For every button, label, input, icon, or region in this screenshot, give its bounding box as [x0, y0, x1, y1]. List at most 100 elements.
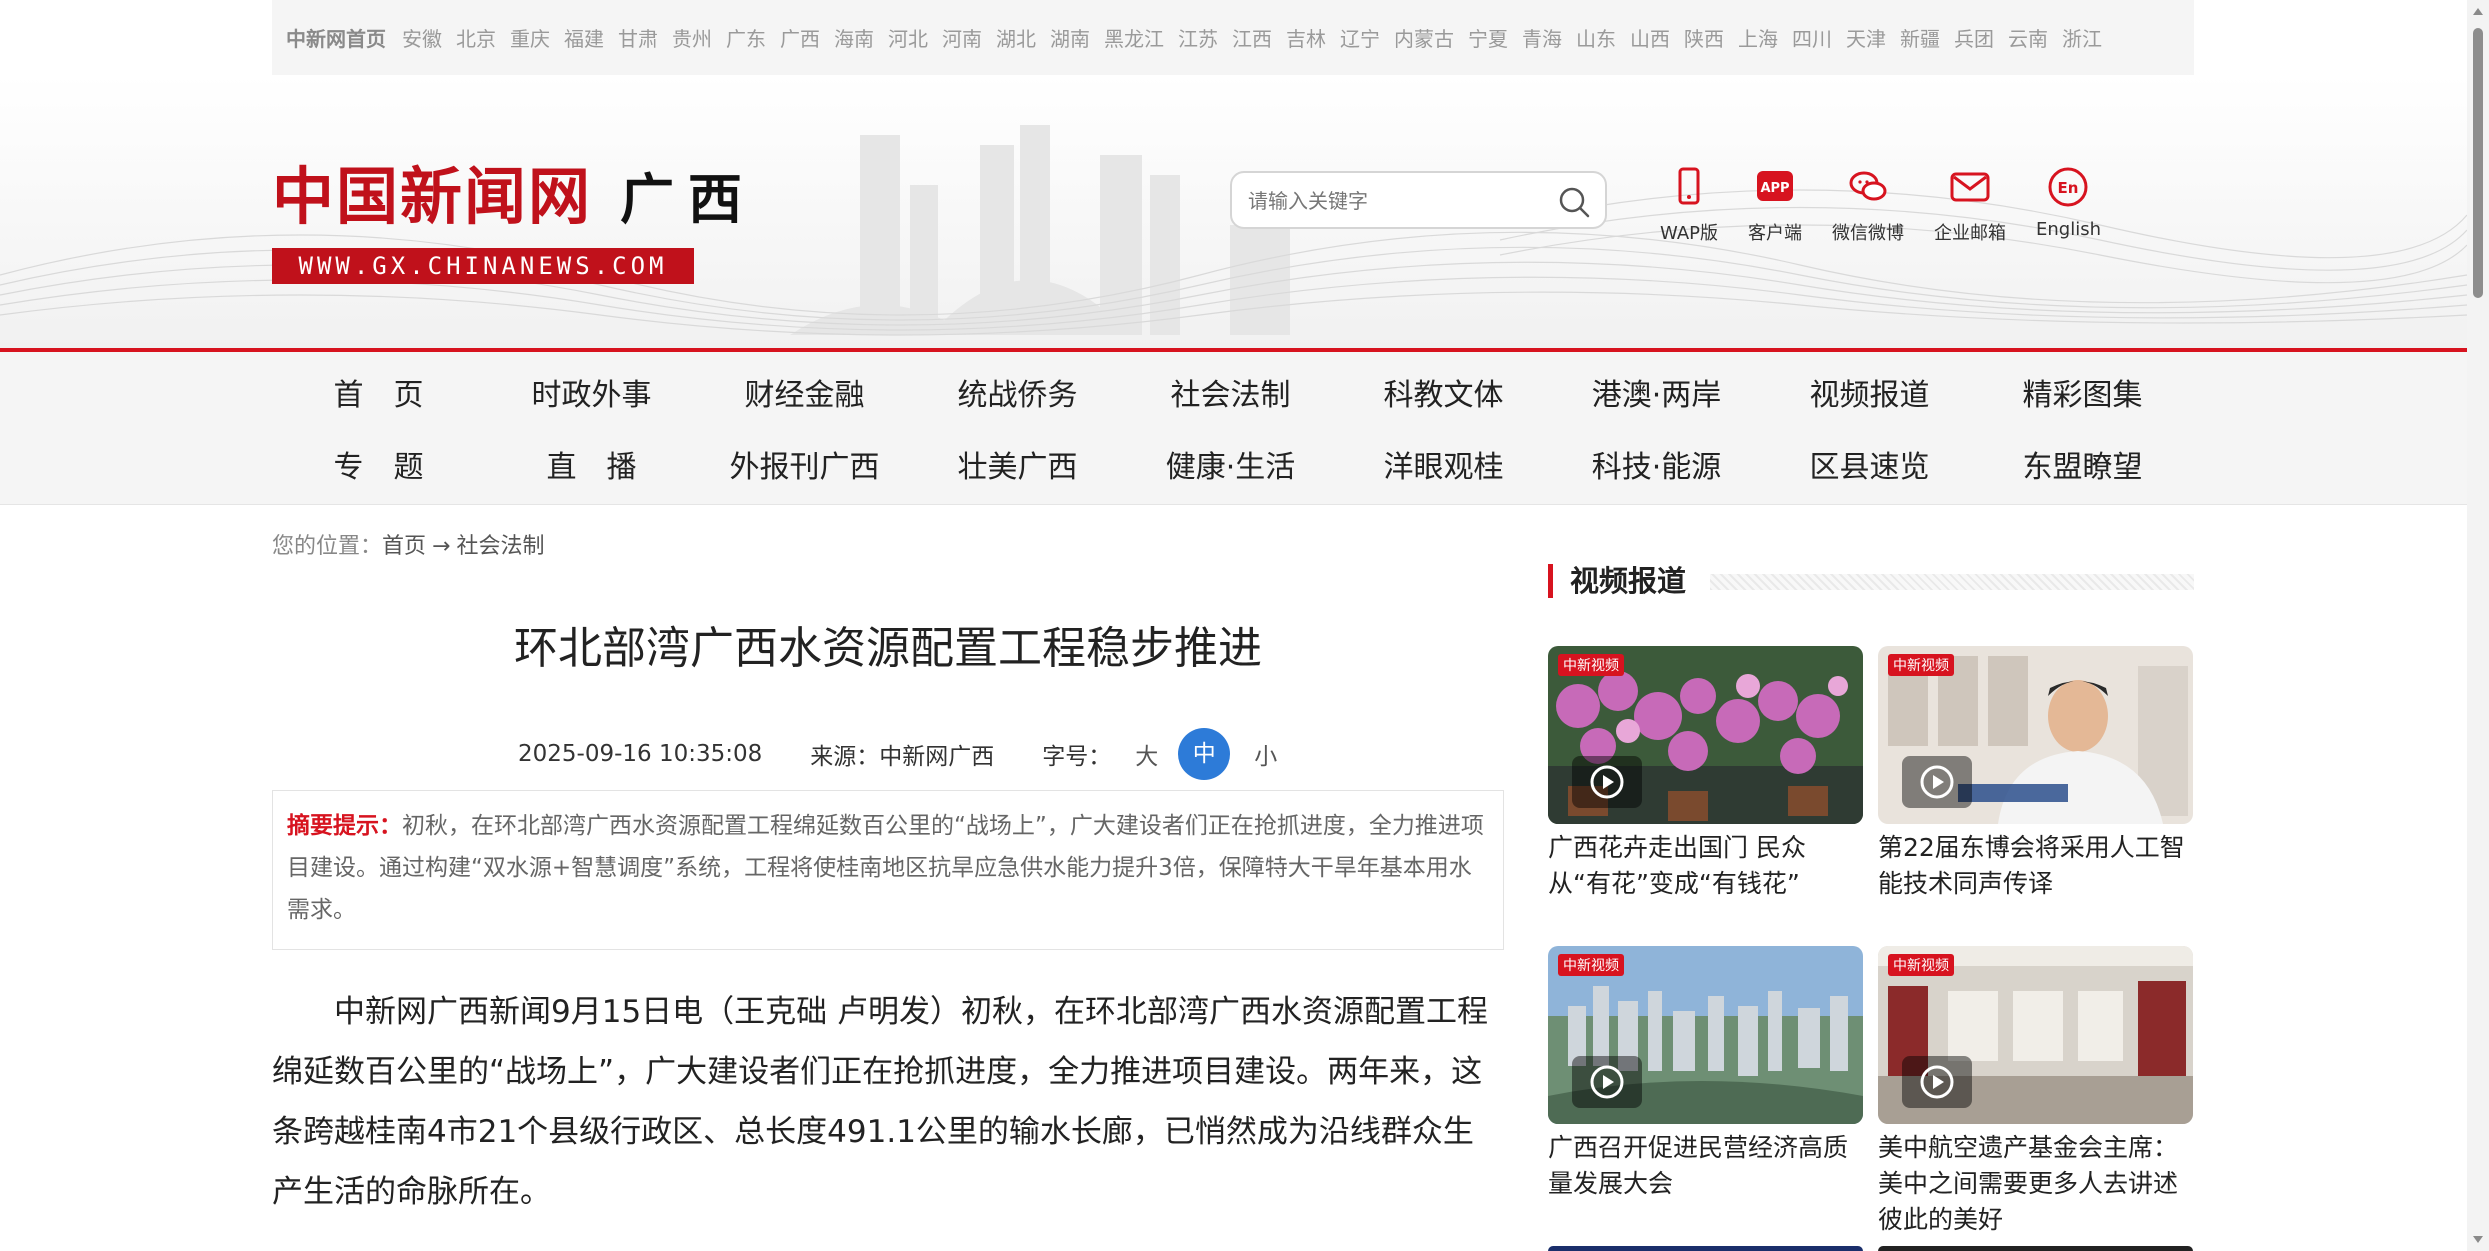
wechat-weibo-link[interactable]: 微信微博: [1832, 165, 1904, 245]
region-link[interactable]: 河南: [942, 23, 982, 52]
video-badge: 中新视频: [1888, 954, 1954, 976]
nav-item[interactable]: 东盟瞭望: [1976, 438, 2189, 498]
region-link[interactable]: 重庆: [510, 23, 550, 52]
region-link[interactable]: 四川: [1792, 23, 1832, 52]
search-icon[interactable]: [1557, 185, 1591, 219]
region-link[interactable]: 湖北: [996, 23, 1036, 52]
nav-item[interactable]: 科教文体: [1337, 366, 1550, 426]
video-caption[interactable]: 第22届东博会将采用人工智能技术同声传译: [1878, 830, 2193, 902]
region-link[interactable]: 山西: [1630, 23, 1670, 52]
video-badge: 中新视频: [1558, 954, 1624, 976]
english-link[interactable]: En English: [2036, 165, 2101, 245]
chinanews-home-link[interactable]: 中新网首页: [286, 23, 386, 52]
nav-item[interactable]: 财经金融: [698, 366, 911, 426]
region-link[interactable]: 河北: [888, 23, 928, 52]
region-link[interactable]: 江苏: [1178, 23, 1218, 52]
region-link[interactable]: 辽宁: [1340, 23, 1380, 52]
scroll-down-arrow-icon[interactable]: [2473, 1236, 2483, 1243]
region-link[interactable]: 福建: [564, 23, 604, 52]
video-thumbnail[interactable]: 中新视频: [1878, 946, 2193, 1124]
region-link[interactable]: 浙江: [2062, 23, 2102, 52]
nav-item[interactable]: 社会法制: [1124, 366, 1337, 426]
wap-link[interactable]: WAP版: [1660, 165, 1718, 245]
region-link[interactable]: 新疆: [1900, 23, 1940, 52]
video-card[interactable]: 中新视频 第22届东博会将采用人工智能技术同声传译: [1878, 646, 2193, 902]
nav-item[interactable]: 港澳·两岸: [1550, 366, 1763, 426]
app-icon: APP: [1756, 171, 1793, 201]
search-box: [1230, 171, 1607, 229]
font-size-large-button[interactable]: 大: [1135, 737, 1158, 771]
nav-item[interactable]: 壮美广西: [911, 438, 1124, 498]
region-link[interactable]: 青海: [1522, 23, 1562, 52]
play-button[interactable]: [1572, 1056, 1642, 1108]
article-title: 环北部湾广西水资源配置工程稳步推进: [514, 623, 1262, 674]
nav-item[interactable]: 直 播: [485, 438, 698, 498]
font-size-label: 字号：: [1042, 744, 1112, 770]
video-thumbnail[interactable]: 中新视频: [1548, 946, 1863, 1124]
video-thumbnail[interactable]: 中新视频: [1548, 646, 1863, 824]
region-link[interactable]: 北京: [456, 23, 496, 52]
video-card[interactable]: 中新视频 广西召开促进民营经济高质量发展大会: [1548, 946, 1863, 1202]
region-link[interactable]: 兵团: [1954, 23, 1994, 52]
region-link[interactable]: 宁夏: [1468, 23, 1508, 52]
nav-item[interactable]: 精彩图集: [1976, 366, 2189, 426]
nav-item[interactable]: 科技·能源: [1550, 438, 1763, 498]
font-size-small-button[interactable]: 小: [1254, 737, 1277, 771]
region-link[interactable]: 贵州: [672, 23, 712, 52]
nav-item[interactable]: 首 页: [272, 366, 485, 426]
font-size-medium-button[interactable]: 中: [1178, 728, 1231, 780]
nav-item[interactable]: 专 题: [272, 438, 485, 498]
video-section-title[interactable]: 视频报道: [1570, 560, 1686, 602]
vertical-scrollbar[interactable]: [2467, 0, 2489, 1251]
region-link[interactable]: 黑龙江: [1104, 23, 1164, 52]
region-link[interactable]: 海南: [834, 23, 874, 52]
video-thumbnail[interactable]: 中新视频: [1878, 646, 2193, 824]
region-link[interactable]: 上海: [1738, 23, 1778, 52]
play-button[interactable]: [1902, 1056, 1972, 1108]
nav-item[interactable]: 健康·生活: [1124, 438, 1337, 498]
region-link[interactable]: 陕西: [1684, 23, 1724, 52]
nav-item[interactable]: 外报刊广西: [698, 438, 911, 498]
mail-link[interactable]: 企业邮箱: [1934, 165, 2006, 245]
play-icon: [1590, 1065, 1624, 1099]
video-caption[interactable]: 美中航空遗产基金会主席：美中之间需要更多人去讲述彼此的美好: [1878, 1130, 2193, 1238]
region-link[interactable]: 山东: [1576, 23, 1616, 52]
nav-item[interactable]: 区县速览: [1763, 438, 1976, 498]
breadcrumb-home-link[interactable]: 首页: [382, 534, 426, 559]
video-card[interactable]: 中新视频 美中航空遗产基金会主席：美中之间需要更多人去讲述彼此的美好: [1878, 946, 2193, 1238]
summary-label: 摘要提示：: [287, 813, 402, 839]
region-link[interactable]: 安徽: [402, 23, 442, 52]
video-thumbnail-partial[interactable]: [1548, 1246, 1863, 1251]
video-thumbnail-partial[interactable]: [1878, 1246, 2193, 1251]
scrollbar-thumb[interactable]: [2473, 28, 2483, 298]
logo-region-text: 广西: [620, 167, 757, 231]
mail-label: 企业邮箱: [1933, 223, 2006, 244]
nav-item[interactable]: 统战侨务: [911, 366, 1124, 426]
breadcrumb: 您的位置：首页 → 社会法制: [272, 528, 544, 560]
region-link[interactable]: 广西: [780, 23, 820, 52]
video-card[interactable]: 中新视频 广西花卉走出国门 民众从“有花”变成“有钱花”: [1548, 646, 1863, 902]
region-link[interactable]: 湖南: [1050, 23, 1090, 52]
region-link[interactable]: 吉林: [1286, 23, 1326, 52]
region-link[interactable]: 内蒙古: [1394, 23, 1454, 52]
region-link[interactable]: 甘肃: [618, 23, 658, 52]
nav-item[interactable]: 洋眼观桂: [1337, 438, 1550, 498]
app-link[interactable]: APP 客户端: [1748, 165, 1802, 245]
video-caption[interactable]: 广西召开促进民营经济高质量发展大会: [1548, 1130, 1863, 1202]
scroll-up-arrow-icon[interactable]: [2473, 8, 2483, 15]
region-link[interactable]: 广东: [726, 23, 766, 52]
nav-item[interactable]: 时政外事: [485, 366, 698, 426]
play-icon: [1590, 765, 1624, 799]
region-link[interactable]: 江西: [1232, 23, 1272, 52]
play-button[interactable]: [1572, 756, 1642, 808]
region-link[interactable]: 天津: [1846, 23, 1886, 52]
breadcrumb-current-link[interactable]: 社会法制: [456, 534, 544, 559]
video-caption[interactable]: 广西花卉走出国门 民众从“有花”变成“有钱花”: [1548, 830, 1863, 902]
article-summary: 摘要提示：初秋，在环北部湾广西水资源配置工程绵延数百公里的“战场上”，广大建设者…: [272, 790, 1504, 950]
logo-chinanews-text: 中国新闻网: [272, 160, 593, 233]
region-link[interactable]: 云南: [2008, 23, 2048, 52]
nav-item[interactable]: 视频报道: [1763, 366, 1976, 426]
site-logo[interactable]: 中国新闻网 广西 WWW.GX.CHINANEWS.COM: [272, 155, 756, 284]
search-input[interactable]: [1246, 183, 1550, 219]
play-button[interactable]: [1902, 756, 1972, 808]
